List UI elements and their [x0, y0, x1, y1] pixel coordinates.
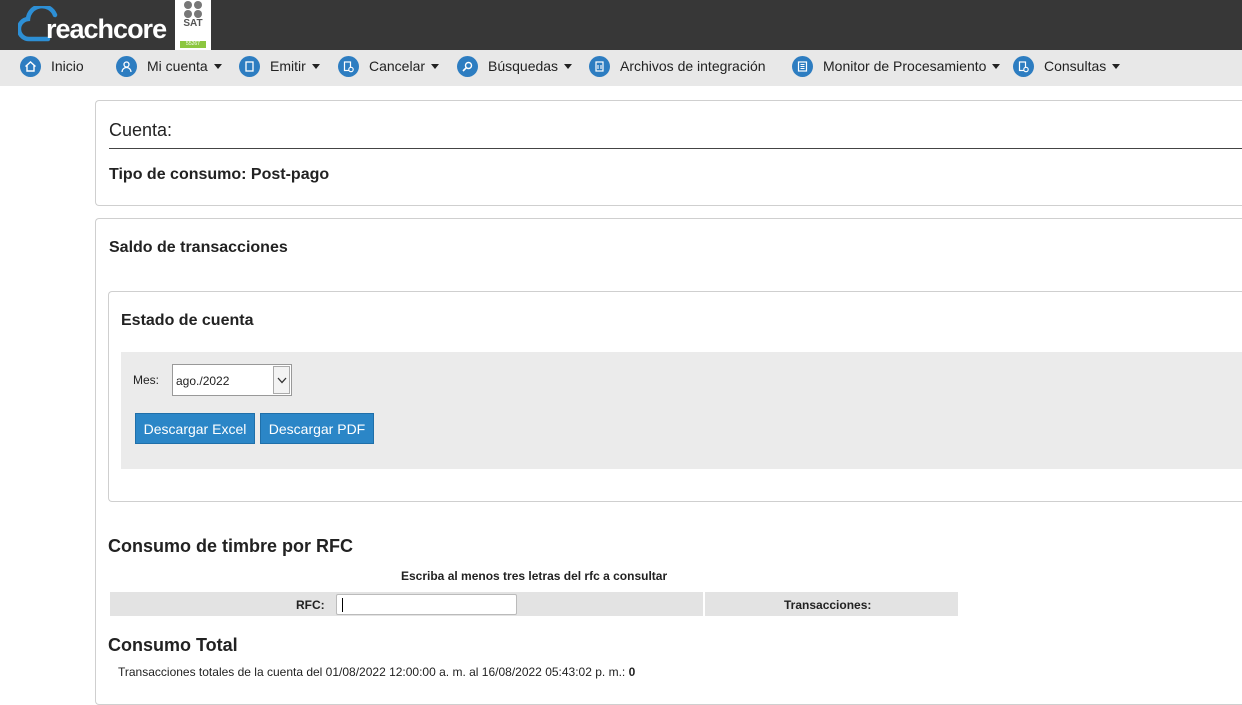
cancel-document-icon [338, 55, 359, 77]
app-header: reachcore SAT 55267 [0, 0, 1242, 50]
list-icon [792, 55, 813, 77]
total-title: Consumo Total [108, 635, 238, 655]
caret-down-icon [1112, 63, 1121, 69]
nav-item-consultas[interactable]: Consultas [1013, 50, 1121, 82]
total-summary-text: Transacciones totales de la cuenta del 0… [118, 665, 629, 679]
sat-number: 55267 [180, 41, 206, 48]
nav-item-busquedas[interactable]: Búsquedas [457, 50, 573, 82]
nav-label: Emitir [270, 58, 306, 74]
sat-badge: SAT 55267 [175, 0, 211, 50]
nav-label: Consultas [1044, 58, 1107, 74]
balance-panel: Saldo de transacciones Estado de cuenta … [95, 218, 1242, 705]
query-document-icon [1013, 55, 1034, 77]
total-summary: Transacciones totales de la cuenta del 0… [118, 665, 635, 679]
text-cursor [342, 598, 343, 612]
month-label: Mes: [133, 373, 160, 387]
statement-title: Estado de cuenta [121, 312, 254, 329]
logo-text: reachcore [46, 14, 167, 44]
account-title: Cuenta: [109, 120, 173, 140]
transactions-label: Transacciones: [784, 598, 872, 612]
chevron-down-icon[interactable] [273, 366, 290, 394]
month-select[interactable]: ago./2022 [172, 364, 292, 396]
caret-down-icon [311, 63, 320, 69]
transactions-cell: Transacciones: [705, 592, 958, 616]
rfc-label: RFC: [296, 598, 325, 612]
nav-label: Cancelar [369, 58, 426, 74]
statement-panel: Estado de cuenta Mes: ago./2022 Descarga… [108, 291, 1242, 502]
total-value: 0 [628, 665, 636, 679]
sat-dots-icon [184, 1, 202, 18]
rfc-input[interactable] [336, 594, 517, 615]
rfc-hint: Escriba al menos tres letras del rfc a c… [401, 569, 668, 583]
nav-item-archivos[interactable]: Archivos de integración [589, 50, 766, 82]
caret-down-icon [213, 63, 222, 69]
account-panel: Cuenta: Tipo de consumo: Post-pago [95, 100, 1242, 206]
month-select-value: ago./2022 [176, 374, 230, 388]
user-icon [116, 55, 137, 77]
nav-item-emitir[interactable]: Emitir [239, 50, 320, 82]
balance-title: Saldo de transacciones [109, 239, 288, 256]
nav-label: Búsquedas [488, 58, 559, 74]
nav-item-monitor[interactable]: Monitor de Procesamiento [792, 50, 1001, 82]
nav-label: Archivos de integración [620, 58, 766, 74]
document-icon [239, 55, 260, 77]
rfc-section-title: Consumo de timbre por RFC [108, 536, 354, 556]
home-icon [20, 55, 41, 77]
main-nav: Inicio Mi cuenta Emitir Cancelar Búsqued… [0, 50, 1242, 86]
rfc-search-row: RFC: [110, 592, 703, 616]
divider [109, 148, 1242, 149]
statement-controls: Mes: ago./2022 Descargar Excel Descargar… [121, 352, 1242, 469]
download-excel-button[interactable]: Descargar Excel [135, 413, 255, 444]
sat-label: SAT [183, 18, 203, 29]
nav-label: Mi cuenta [147, 58, 208, 74]
consumption-type: Tipo de consumo: Post-pago [109, 166, 330, 183]
reachcore-logo[interactable]: reachcore [16, 3, 167, 44]
nav-label: Monitor de Procesamiento [823, 58, 987, 74]
search-icon [457, 55, 478, 77]
nav-label: Inicio [51, 58, 84, 74]
nav-item-inicio[interactable]: Inicio [20, 50, 84, 82]
caret-down-icon [992, 63, 1001, 69]
nav-item-mi-cuenta[interactable]: Mi cuenta [116, 50, 222, 82]
caret-down-icon [431, 63, 440, 69]
nav-item-cancelar[interactable]: Cancelar [338, 50, 440, 82]
file-integration-icon [589, 55, 610, 77]
caret-down-icon [564, 63, 573, 69]
download-pdf-button[interactable]: Descargar PDF [260, 413, 374, 444]
